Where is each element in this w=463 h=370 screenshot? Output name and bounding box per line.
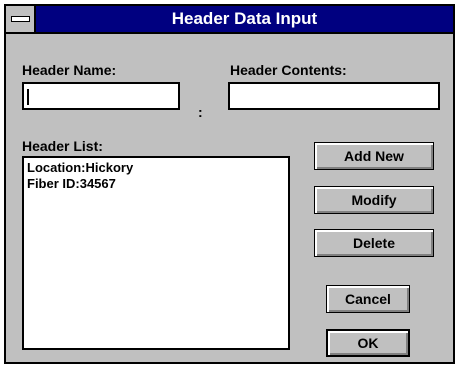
header-data-input-dialog: Header Data Input Header Name: : Header … (4, 4, 455, 364)
cancel-button[interactable]: Cancel (326, 285, 410, 313)
modify-button[interactable]: Modify (314, 186, 434, 214)
list-item[interactable]: Location:Hickory (27, 160, 285, 176)
name-contents-separator: : (198, 104, 203, 120)
header-contents-input[interactable] (228, 82, 440, 110)
list-item[interactable]: Fiber ID:34567 (27, 176, 285, 192)
system-menu-button[interactable] (6, 6, 36, 32)
title-bar[interactable]: Header Data Input (6, 6, 453, 34)
text-caret (27, 89, 29, 105)
add-new-button[interactable]: Add New (314, 142, 434, 170)
header-list[interactable]: Location:Hickory Fiber ID:34567 (22, 156, 290, 350)
system-menu-icon (11, 16, 30, 22)
window-title: Header Data Input (171, 9, 318, 28)
header-contents-label: Header Contents: (230, 62, 347, 78)
header-list-label: Header List: (22, 138, 103, 154)
header-name-input[interactable] (22, 82, 180, 110)
header-name-label: Header Name: (22, 62, 117, 78)
ok-button[interactable]: OK (326, 329, 410, 357)
delete-button[interactable]: Delete (314, 229, 434, 257)
